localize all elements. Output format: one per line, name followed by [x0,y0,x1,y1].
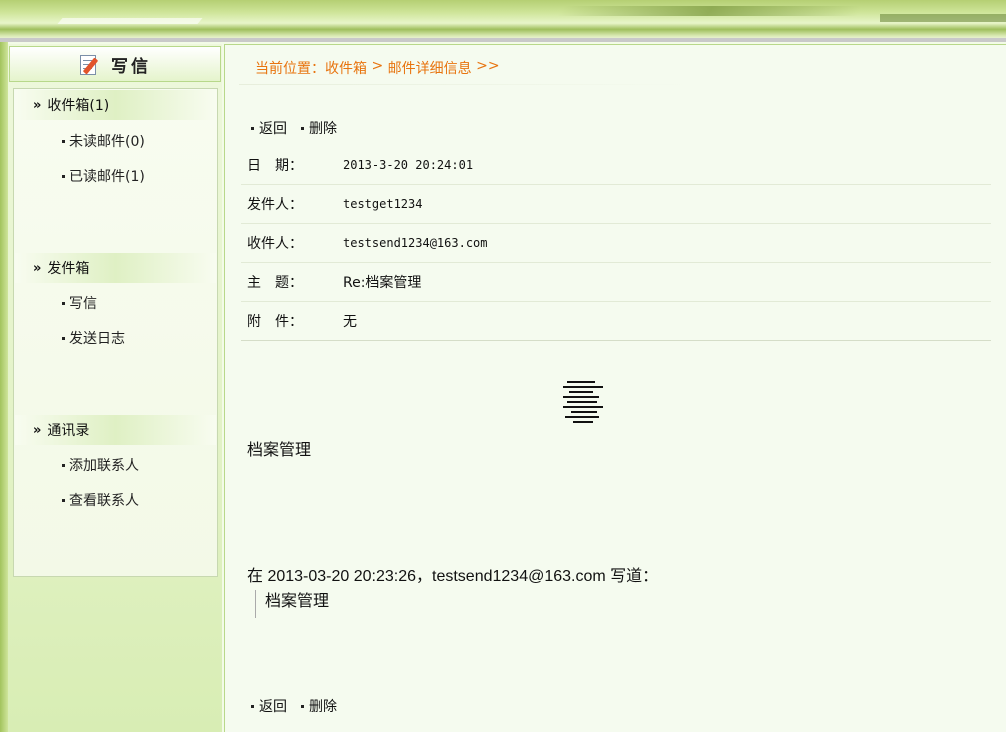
double-chevron-icon: » [33,97,42,113]
banner-decoration [880,14,1006,22]
mail-body: 档案管理 [247,440,312,459]
bottom-actions: 返回 删除 [251,696,337,716]
top-actions: 返回 删除 [251,118,337,138]
bullet-icon [62,336,65,340]
field-label: 日 期： [247,158,303,174]
bullet-icon [301,126,304,130]
field-value-subject: Re:档案管理 [343,275,422,291]
compose-icon [79,53,101,75]
breadcrumb-separator: > [367,58,388,74]
field-row-attachment: 附 件： 无 [241,302,991,341]
sidebar-menu: » 收件箱(1) 未读邮件(0) 已读邮件(1) » 发件箱 写信 发送日志 »… [13,88,218,577]
delete-label: 删除 [309,699,337,715]
banner-decoration [557,6,863,16]
field-label: 发件人： [247,197,303,213]
sidebar-item-send-log[interactable]: 发送日志 [62,328,125,348]
top-banner [0,0,1006,42]
delete-link[interactable]: 删除 [301,696,337,716]
sidebar-item-view-contacts[interactable]: 查看联系人 [62,490,139,510]
breadcrumb-link-inbox[interactable]: 收件箱 [325,58,367,78]
compose-button[interactable]: 写信 [9,46,221,82]
field-label: 主 题： [247,275,303,291]
quoted-text: 档案管理 [255,590,329,618]
banner-divider [0,38,1006,42]
left-stripe [0,42,8,732]
bullet-icon [62,301,65,305]
sidebar-group-inbox[interactable]: » 收件箱(1) [15,90,216,120]
delete-label: 删除 [309,121,337,137]
quote-header: 在 2013-03-20 20:23:26，testsend1234@163.c… [247,568,659,585]
bullet-icon [62,463,65,467]
breadcrumb-tail: >> [471,58,500,74]
sidebar-group-label: 发件箱 [47,261,90,277]
double-chevron-icon: » [33,260,42,276]
back-link[interactable]: 返回 [251,118,287,138]
field-row-subject: 主 题： Re:档案管理 [241,263,991,302]
bullet-icon [62,498,65,502]
sidebar-item-compose[interactable]: 写信 [62,293,97,313]
bullet-icon [251,126,254,130]
mail-detail-panel: 当前位置： 收件箱 > 邮件详细信息 >> 返回 删除 日 期： 2013-3-… [224,44,1006,732]
field-row-sender: 发件人： testget1234 [241,185,991,224]
field-value-sender: testget1234 [343,197,423,211]
sidebar-group-label: 通讯录 [47,423,90,439]
sidebar-group-label: 收件箱(1) [47,98,110,114]
bullet-icon [251,704,254,708]
sidebar-item-read[interactable]: 已读邮件(1) [62,166,145,186]
sidebar-item-label: 写信 [69,296,97,312]
sidebar-item-label: 发送日志 [69,331,125,347]
sidebar-group-outbox[interactable]: » 发件箱 [15,253,216,283]
banner-decoration [57,18,203,24]
breadcrumb-prefix: 当前位置： [255,61,325,77]
delete-link[interactable]: 删除 [301,118,337,138]
back-link[interactable]: 返回 [251,696,287,716]
sidebar: 写信 » 收件箱(1) 未读邮件(0) 已读邮件(1) » 发件箱 写信 发送日… [8,44,222,732]
sidebar-item-label: 查看联系人 [69,493,139,509]
sidebar-group-contacts[interactable]: » 通讯录 [15,415,216,445]
breadcrumb-current: 邮件详细信息 [387,61,472,77]
broken-image-icon [563,381,603,423]
sidebar-item-unread[interactable]: 未读邮件(0) [62,131,145,151]
field-row-recipient: 收件人： testsend1234@163.com [241,224,991,263]
field-label: 收件人： [247,236,303,252]
back-label: 返回 [259,121,287,137]
sidebar-item-add-contact[interactable]: 添加联系人 [62,455,139,475]
field-label: 附 件： [247,314,303,330]
bullet-icon [62,139,65,143]
sidebar-item-label: 已读邮件(1) [69,169,145,185]
breadcrumb: 当前位置： 收件箱 > 邮件详细信息 >> [255,58,500,78]
field-value-date: 2013-3-20 20:24:01 [343,158,474,172]
sidebar-item-label: 未读邮件(0) [69,134,145,150]
double-chevron-icon: » [33,422,42,438]
breadcrumb-divider [239,84,689,85]
field-value-recipient: testsend1234@163.com [343,236,488,250]
bullet-icon [62,174,65,178]
sidebar-item-label: 添加联系人 [69,458,139,474]
back-label: 返回 [259,699,287,715]
compose-title: 写信 [111,56,151,77]
field-value-attachment: 无 [343,314,357,330]
field-row-date: 日 期： 2013-3-20 20:24:01 [241,146,991,185]
bullet-icon [301,704,304,708]
panel-border [225,44,1006,45]
